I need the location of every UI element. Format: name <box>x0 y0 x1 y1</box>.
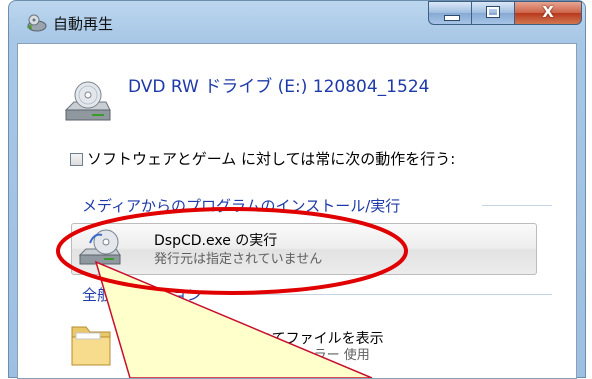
general-section-header: 全般のオプション <box>82 284 552 304</box>
window-title: 自動再生 <box>53 15 114 33</box>
run-program-publisher: 発行元は指定されていません <box>154 252 323 267</box>
install-section-header: メディアからのプログラムのインストール/実行 <box>82 195 552 215</box>
autoplay-icon <box>27 14 47 32</box>
autoplay-window: 自動再生 X DVD RW ドライブ (E:) 120804_1524 ソフトウ… <box>8 0 586 379</box>
section-divider <box>482 205 552 206</box>
run-program-button[interactable]: DspCD.exe の実行 発行元は指定されていません <box>71 223 537 275</box>
always-do-label: ソフトウェアとゲーム に対しては常に次の動作を行う: <box>87 150 456 168</box>
maximize-button[interactable] <box>471 1 515 25</box>
folder-icon <box>71 326 111 366</box>
dvd-drive-icon <box>64 81 111 121</box>
always-do-option[interactable]: ソフトウェアとゲーム に対しては常に次の動作を行う: <box>70 148 455 169</box>
general-section-title: 全般のオプション <box>82 286 203 304</box>
section-divider <box>240 294 552 295</box>
minimize-button[interactable] <box>428 1 472 25</box>
cd-setup-icon <box>78 229 121 265</box>
close-icon: X <box>542 3 554 21</box>
close-button[interactable]: X <box>514 1 582 25</box>
maximize-icon <box>486 6 500 18</box>
drive-label: DVD RW ドライブ (E:) 120804_1524 <box>128 77 430 97</box>
title-bar[interactable]: 自動再生 X <box>9 1 585 43</box>
open-folder-subtitle: エクスプローラー 使用 <box>236 348 370 363</box>
minimize-icon <box>444 15 460 21</box>
always-do-checkbox[interactable] <box>70 153 83 166</box>
install-section-title: メディアからのプログラムのインストール/実行 <box>82 197 401 215</box>
run-program-title: DspCD.exe の実行 <box>154 233 278 249</box>
dialog-content: DVD RW ドライブ (E:) 120804_1524 ソフトウェアとゲーム … <box>17 43 577 379</box>
